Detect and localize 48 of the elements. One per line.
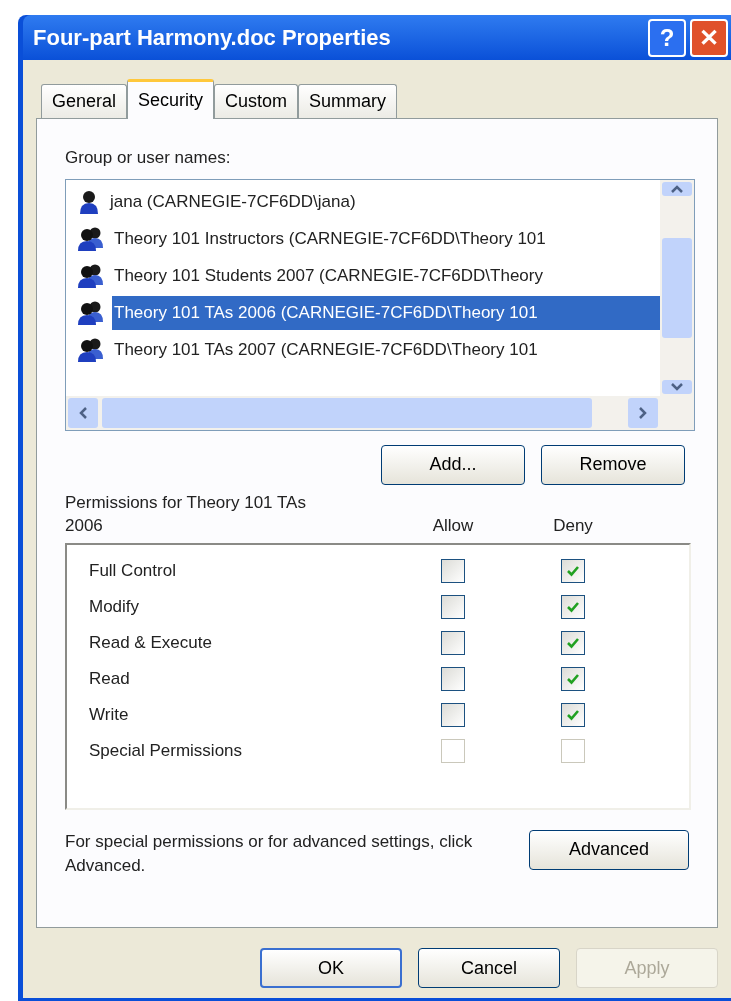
help-button[interactable]: ? <box>648 18 686 57</box>
column-header: Allow <box>431 514 475 537</box>
user-list-item[interactable]: Theory 101 TAs 2007 (CARNEGIE-7CF6DD\Theory 101 <box>112 333 660 367</box>
user-list-item[interactable]: Theory 101 Students 2007 (CARNEGIE-7CF6DD\Theory <box>112 259 660 293</box>
checkbox[interactable] <box>441 666 465 691</box>
remove-button[interactable]: Remove <box>541 444 685 485</box>
checkbox[interactable] <box>561 666 585 691</box>
tab[interactable]: General <box>41 84 128 118</box>
users-icon <box>76 263 106 289</box>
chevron-right-icon <box>638 405 648 420</box>
tab[interactable]: Custom <box>214 84 299 118</box>
permission-name: Modify <box>89 595 141 618</box>
horizontal-scrollbar[interactable] <box>66 395 694 430</box>
user-list-item[interactable]: Theory 101 TAs 2006 (CARNEGIE-7CF6DD\Theory 101 <box>112 296 660 330</box>
window-title: Four-part Harmony.doc Properties <box>33 24 392 52</box>
chevron-up-icon <box>670 183 684 194</box>
add-button[interactable]: Add... <box>381 444 525 485</box>
chevron-down-icon <box>670 381 684 392</box>
permission-name: Read <box>89 667 131 690</box>
group-label: Group or user names: <box>65 147 232 169</box>
checkbox[interactable] <box>441 594 465 619</box>
user-list-item[interactable]: jana (CARNEGIE-7CF6DD\jana) <box>108 185 660 219</box>
users-icon <box>76 226 106 252</box>
chevron-left-icon <box>78 405 88 420</box>
checkbox[interactable] <box>561 630 585 655</box>
checkbox[interactable] <box>561 594 585 619</box>
checkbox[interactable] <box>561 702 585 727</box>
ok-button[interactable]: OK <box>260 948 402 988</box>
tab[interactable]: Summary <box>298 84 398 118</box>
permission-name: Full Control <box>89 559 177 582</box>
users-icon <box>76 300 106 326</box>
checkbox[interactable] <box>441 702 465 727</box>
permission-name: Special Permissions <box>89 739 244 762</box>
advanced-button[interactable]: Advanced <box>529 829 689 870</box>
permissions-label: Permissions for Theory 101 TAs 2006 <box>65 491 307 537</box>
users-icon <box>76 337 106 363</box>
checkbox[interactable] <box>561 558 585 583</box>
vertical-scrollbar[interactable] <box>660 179 694 396</box>
tab[interactable]: Security <box>127 79 215 119</box>
checkbox[interactable] <box>441 630 465 655</box>
permission-name: Write <box>89 703 130 726</box>
user-list-item[interactable]: Theory 101 Instructors (CARNEGIE-7CF6DD\Theory 101 <box>112 222 660 256</box>
column-header: Deny <box>552 514 594 537</box>
cancel-button[interactable]: Cancel <box>418 948 560 988</box>
advanced-hint: For special permissions or for advanced settings, click Advanced. <box>65 830 474 877</box>
checkbox[interactable] <box>441 558 465 583</box>
close-button[interactable]: ✕ <box>690 18 728 57</box>
permission-name: Read & Execute <box>89 631 213 654</box>
